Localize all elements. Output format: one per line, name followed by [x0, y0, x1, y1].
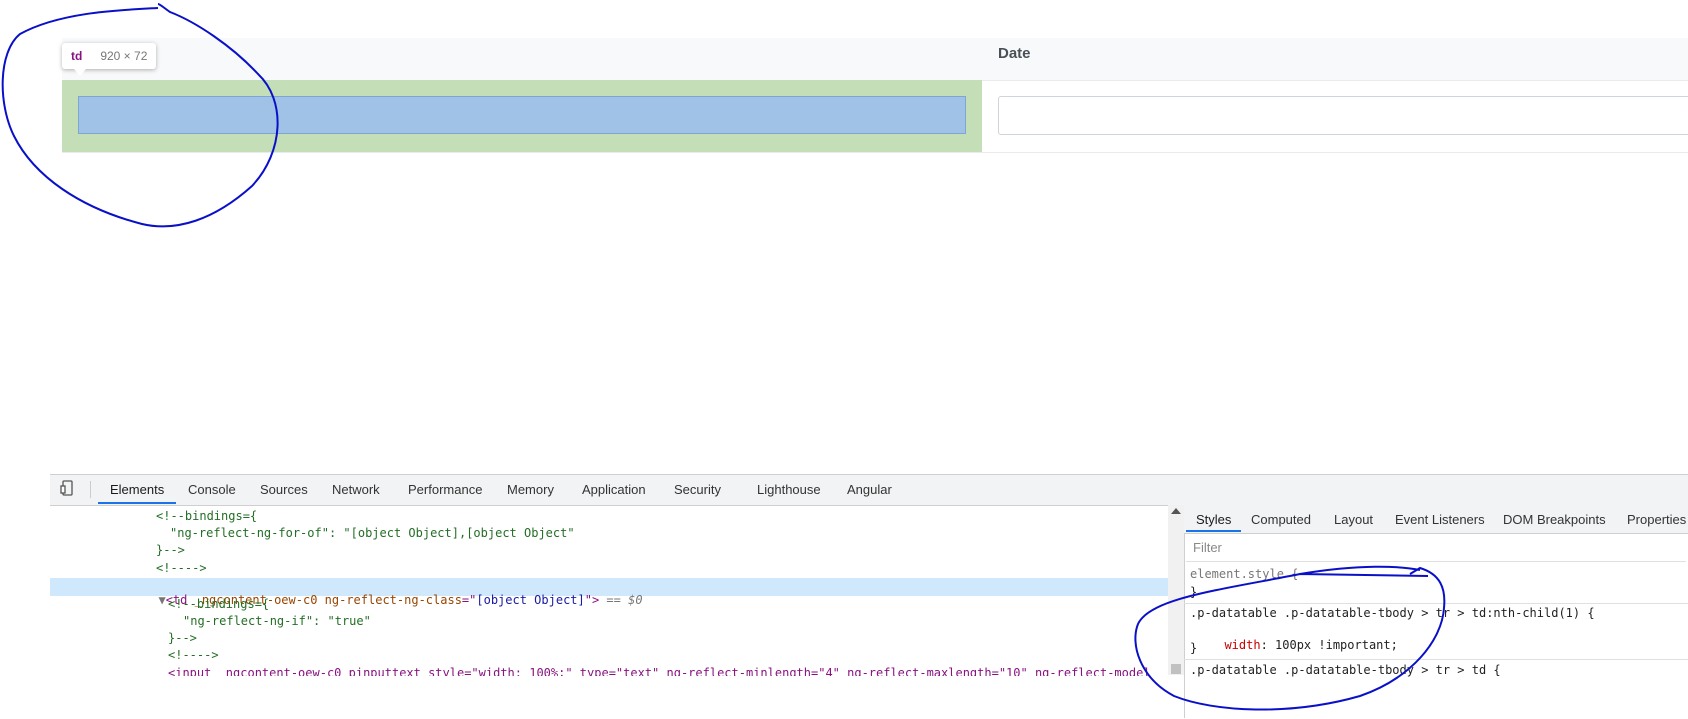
dom-comment-line[interactable]: }-->	[156, 543, 185, 557]
tab-properties[interactable]: Properties	[1627, 512, 1686, 527]
scroll-up-arrow-icon[interactable]	[1171, 508, 1181, 514]
dom-comment-line[interactable]: "ng-reflect-ng-if": "true"	[183, 614, 371, 628]
css-property[interactable]: width	[1224, 638, 1260, 652]
tab-security[interactable]: Security	[674, 482, 721, 497]
active-tab-indicator	[98, 502, 176, 504]
node-eq: ="	[461, 593, 477, 607]
inspector-tooltip: td 920 × 72	[62, 43, 157, 69]
scroll-thumb[interactable]	[1171, 664, 1181, 674]
tooltip-dimensions: 920 × 72	[100, 49, 148, 63]
css-value[interactable]: 100px !important;	[1275, 638, 1398, 652]
table-row-border	[62, 152, 1688, 153]
table-header-row	[62, 38, 1688, 81]
tooltip-tag: td	[71, 49, 83, 63]
rule-separator	[1184, 659, 1688, 660]
tab-angular[interactable]: Angular	[847, 482, 892, 497]
tab-styles[interactable]: Styles	[1196, 512, 1231, 527]
tab-elements[interactable]: Elements	[110, 482, 164, 497]
styles-active-indicator	[1186, 530, 1241, 532]
rule-close-brace: }	[1190, 585, 1198, 599]
node-attr-value: [object Object]	[476, 593, 585, 607]
device-toolbar-icon[interactable]	[60, 480, 76, 496]
node-tag-close: ">	[584, 593, 600, 607]
rule-separator	[1184, 603, 1688, 604]
tab-performance[interactable]: Performance	[408, 482, 482, 497]
css-declaration[interactable]: width: 100px !important;	[1210, 624, 1398, 652]
tab-dom-breakpoints[interactable]: DOM Breakpoints	[1503, 512, 1606, 527]
dom-comment-line[interactable]: }-->	[168, 631, 197, 645]
css-rule-selector[interactable]: .p-datatable .p-datatable-tbody > tr > t…	[1190, 663, 1501, 677]
tab-sources[interactable]: Sources	[260, 482, 308, 497]
date-column-header: Date	[998, 45, 1031, 62]
tab-console[interactable]: Console	[188, 482, 236, 497]
selected-marker: == $0	[599, 593, 643, 607]
css-rule-selector[interactable]: .p-datatable .p-datatable-tbody > tr > t…	[1190, 606, 1595, 620]
tab-network[interactable]: Network	[332, 482, 380, 497]
rule-close-brace: }	[1190, 641, 1198, 655]
elements-scrollbar[interactable]	[1168, 505, 1184, 675]
date-input[interactable]	[998, 96, 1688, 135]
tab-computed[interactable]: Computed	[1251, 512, 1311, 527]
tooltip-arrow	[74, 69, 86, 76]
devtools-separator	[90, 481, 91, 498]
dom-comment-line[interactable]: <!--bindings={	[168, 597, 269, 611]
dom-comment-line[interactable]: <!---->	[156, 561, 207, 575]
inspected-input-highlight[interactable]	[78, 96, 966, 134]
dom-comment-line[interactable]: <!--bindings={	[156, 509, 257, 523]
tab-memory[interactable]: Memory	[507, 482, 554, 497]
dom-input-node[interactable]: <input _ngcontent-oew-c0 pinputtext styl…	[168, 666, 1168, 676]
tab-event-listeners[interactable]: Event Listeners	[1395, 512, 1485, 527]
dom-comment-line[interactable]: "ng-reflect-ng-for-of": "[object Object]…	[170, 526, 575, 540]
tab-lighthouse[interactable]: Lighthouse	[757, 482, 821, 497]
node-attr: ng-reflect-ng-class	[317, 593, 462, 607]
filter-input[interactable]	[1186, 535, 1680, 559]
dom-comment-line[interactable]: <!---->	[168, 648, 219, 662]
tab-layout[interactable]: Layout	[1334, 512, 1373, 527]
styles-filter[interactable]	[1186, 535, 1686, 562]
tab-application[interactable]: Application	[582, 482, 646, 497]
expand-triangle-icon[interactable]: ▼	[158, 593, 165, 607]
element-style-rule[interactable]: element.style {	[1190, 567, 1298, 581]
